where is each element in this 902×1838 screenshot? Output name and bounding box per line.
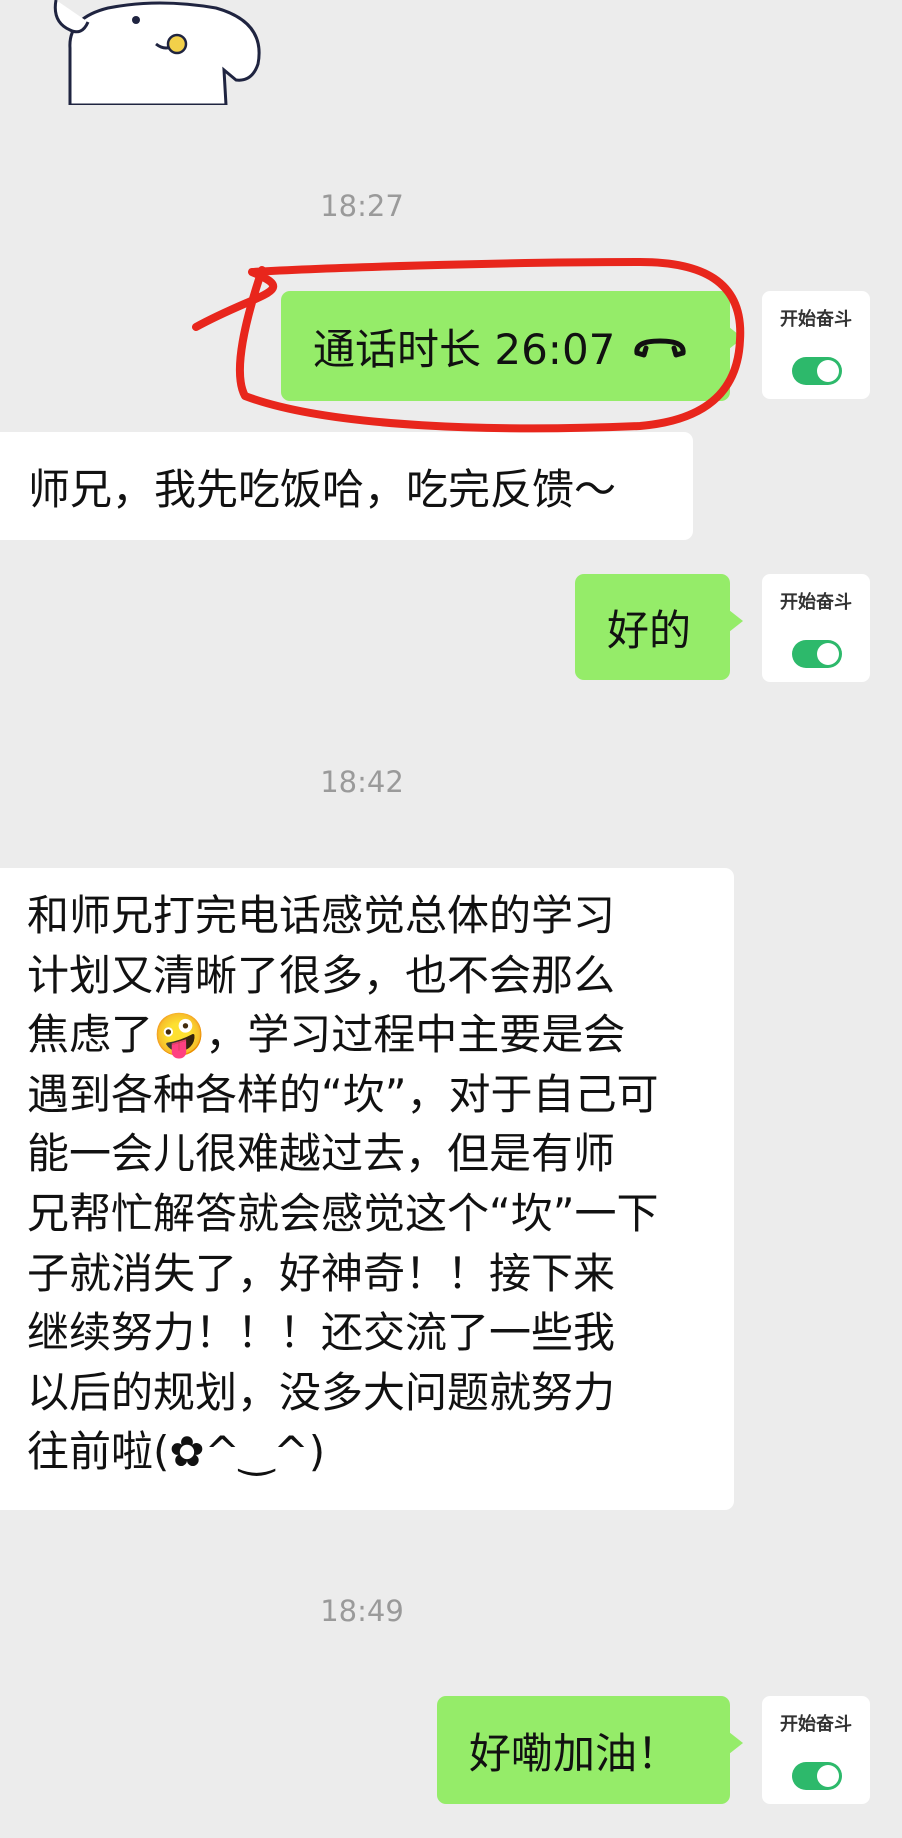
call-duration-bubble[interactable]: 通话时长 26:07 bbox=[281, 291, 743, 401]
incoming-message[interactable]: 师兄，我先吃饭哈，吃完反馈～ bbox=[0, 432, 693, 540]
avatar-label: 开始奋斗 bbox=[780, 592, 852, 613]
incoming-message[interactable]: 和师兄打完电话感觉总体的学习 计划又清晰了很多，也不会那么 焦虑了🤪，学习过程中… bbox=[0, 868, 734, 1510]
avatar-label: 开始奋斗 bbox=[780, 1714, 852, 1735]
user-avatar[interactable]: 开始奋斗 bbox=[762, 574, 870, 682]
toggle-switch-icon bbox=[792, 357, 842, 385]
toggle-switch-icon bbox=[792, 640, 842, 668]
outgoing-message[interactable]: 好的 bbox=[575, 574, 743, 680]
cat-sticker[interactable] bbox=[40, 0, 270, 105]
avatar-label: 开始奋斗 bbox=[780, 309, 852, 330]
timestamp: 18:42 bbox=[320, 765, 404, 799]
timestamp: 18:27 bbox=[320, 189, 404, 223]
timestamp: 18:49 bbox=[320, 1594, 404, 1628]
phone-hangup-icon bbox=[634, 338, 686, 358]
user-avatar[interactable]: 开始奋斗 bbox=[762, 291, 870, 399]
call-duration-text: 通话时长 26:07 bbox=[313, 324, 616, 374]
toggle-switch-icon bbox=[792, 1762, 842, 1790]
outgoing-message[interactable]: 好嘞加油！ bbox=[437, 1696, 743, 1804]
user-avatar[interactable]: 开始奋斗 bbox=[762, 1696, 870, 1804]
